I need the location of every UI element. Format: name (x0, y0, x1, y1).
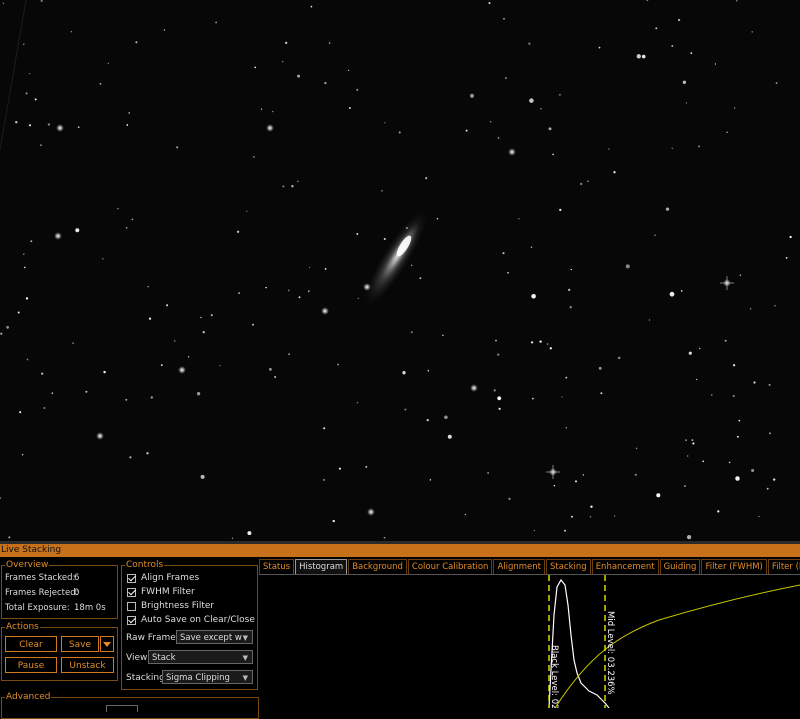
histogram-view[interactable]: Black Level: 02.0 Mid Level: 03.236% (259, 574, 800, 718)
raw-frames-label: Raw Frames (126, 633, 181, 643)
raw-frames-select[interactable]: Save except w ▼ (176, 630, 253, 644)
total-exposure-value: 18m 0s (74, 603, 106, 613)
frames-stacked-value: 6 (74, 573, 80, 583)
actions-title: Actions (5, 622, 40, 632)
chevron-down-icon: ▼ (242, 654, 248, 662)
tab-background[interactable]: Background (348, 559, 407, 574)
fwhm-filter-checkbox[interactable] (127, 587, 136, 597)
unstack-button[interactable]: Unstack (61, 657, 114, 673)
auto-save-label: Auto Save on Clear/Close (141, 615, 255, 625)
align-frames-checkbox[interactable] (127, 573, 136, 583)
frames-rejected-label: Frames Rejected: (5, 588, 79, 598)
view-value: Stack (152, 653, 176, 663)
stacking-label: Stacking (126, 673, 165, 683)
tab-status[interactable]: Status (259, 559, 295, 574)
overview-title: Overview (5, 560, 50, 570)
actions-group: Actions Clear Save Pause Unstack (1, 622, 118, 681)
frames-stacked-label: Frames Stacked: (5, 573, 76, 583)
fwhm-filter-label: FWHM Filter (141, 587, 195, 597)
save-button[interactable]: Save (61, 636, 99, 652)
advanced-control-stub[interactable] (106, 705, 138, 712)
tab-filter-fwhm[interactable]: Filter (FWHM) (701, 559, 767, 574)
frames-stacked-row: Frames Stacked: 6 (5, 573, 79, 583)
frames-rejected-value: 0 (74, 588, 80, 598)
tab-histogram[interactable]: Histogram (295, 559, 348, 574)
pause-button[interactable]: Pause (5, 657, 57, 673)
raw-frames-value: Save except w (180, 633, 242, 643)
frames-rejected-row: Frames Rejected: 0 (5, 588, 80, 598)
live-stacking-panel: Overview Frames Stacked: 6 Frames Reject… (0, 557, 800, 719)
chevron-down-icon: ▼ (242, 634, 248, 642)
align-frames-checkbox-row[interactable]: Align Frames (127, 572, 199, 584)
auto-save-checkbox[interactable] (127, 615, 136, 625)
advanced-group: Advanced (1, 692, 259, 719)
stacking-select[interactable]: Sigma Clipping ▼ (162, 670, 253, 684)
tab-bar: Status Histogram Background Colour Calib… (259, 559, 800, 574)
black-level-label: Black Level: 02.0 (549, 645, 559, 708)
tab-guiding[interactable]: Guiding (659, 559, 701, 574)
advanced-title: Advanced (5, 692, 52, 702)
tab-colour-calibration[interactable]: Colour Calibration (407, 559, 493, 574)
view-label: View (126, 653, 148, 663)
align-frames-label: Align Frames (141, 573, 200, 583)
controls-group: Controls Align Frames FWHM Filter Bright… (121, 560, 258, 690)
tab-enhancement[interactable]: Enhancement (591, 559, 659, 574)
chevron-down-icon (103, 642, 111, 647)
fwhm-filter-checkbox-row[interactable]: FWHM Filter (127, 586, 195, 598)
window-title: Live Stacking (1, 545, 62, 555)
tab-filter-brightness[interactable]: Filter (Brightne (767, 559, 800, 574)
clear-button[interactable]: Clear (5, 636, 57, 652)
mid-level-label: Mid Level: 03.236% (605, 611, 615, 695)
tab-alignment[interactable]: Alignment (493, 559, 545, 574)
auto-save-checkbox-row[interactable]: Auto Save on Clear/Close (127, 614, 255, 626)
save-menu-button[interactable] (100, 636, 114, 652)
stacking-value: Sigma Clipping (166, 673, 230, 683)
live-stacking-title-bar: Live Stacking (0, 544, 800, 557)
view-select[interactable]: Stack ▼ (148, 650, 253, 664)
stack-image-view[interactable] (0, 0, 800, 541)
tab-stacking[interactable]: Stacking (546, 559, 591, 574)
brightness-filter-checkbox[interactable] (127, 601, 136, 611)
total-exposure-row: Total Exposure: 18m 0s (5, 603, 106, 613)
brightness-filter-checkbox-row[interactable]: Brightness Filter (127, 600, 214, 612)
total-exposure-label: Total Exposure: (5, 603, 70, 613)
chevron-down-icon: ▼ (242, 674, 248, 682)
brightness-filter-label: Brightness Filter (141, 601, 215, 611)
overview-group: Overview Frames Stacked: 6 Frames Reject… (1, 560, 118, 619)
controls-title: Controls (125, 560, 165, 570)
